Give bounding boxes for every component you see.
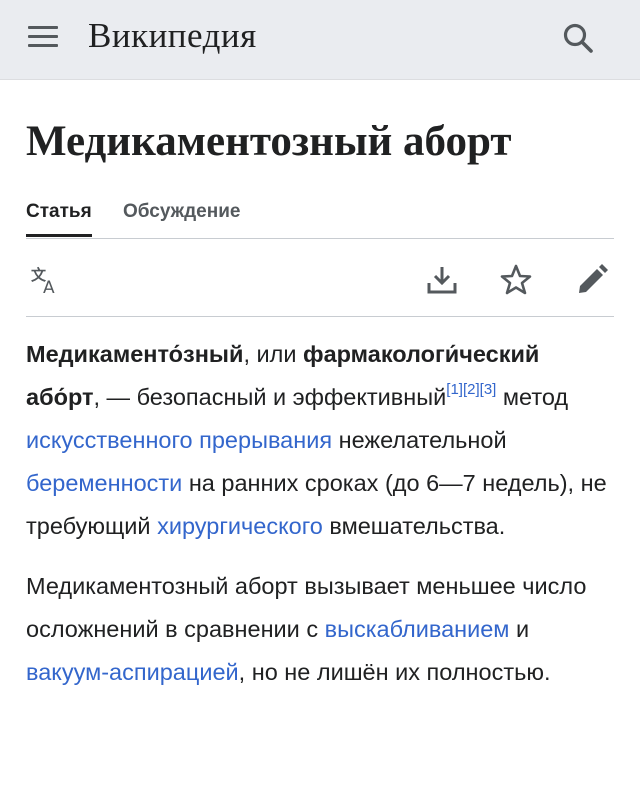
article-link[interactable]: выскабливанием [325, 616, 510, 642]
page-tabs: Статья Обсуждение [26, 196, 616, 240]
article-link[interactable]: вакуум-аспирацией [26, 659, 239, 685]
download-icon[interactable] [422, 260, 462, 300]
page-title: Медикаментозный аборт [26, 118, 512, 165]
reference-link[interactable]: [3] [480, 381, 497, 398]
wikipedia-wordmark[interactable]: Википедия [88, 14, 257, 58]
svg-text:A: A [43, 278, 55, 297]
reference-link[interactable]: [1] [446, 381, 463, 398]
header-bar: Википедия [0, 0, 640, 80]
tabs-divider [26, 238, 614, 239]
star-icon[interactable] [496, 260, 536, 300]
article-link[interactable]: искусственного прерывания [26, 427, 332, 453]
article-link[interactable]: беременности [26, 470, 182, 496]
hamburger-menu-icon[interactable] [26, 22, 60, 56]
search-icon[interactable] [560, 20, 598, 58]
tab-discussion[interactable]: Обсуждение [123, 196, 240, 240]
paragraph-second: Медикаментозный аборт вызывает меньшее ч… [26, 573, 587, 685]
article-link[interactable]: хирургического [157, 513, 323, 539]
reference-link[interactable]: [2] [463, 381, 480, 398]
term-bold: Медикаменто́зный [26, 341, 244, 367]
page-actions-toolbar: 文 A [26, 252, 614, 310]
article-body: Медикаменто́зный, или фармакологи́ческий… [26, 333, 616, 711]
paragraph-intro: Медикаменто́зный, или фармакологи́ческий… [26, 341, 607, 539]
tab-article[interactable]: Статья [26, 196, 92, 240]
pencil-icon[interactable] [572, 260, 612, 300]
toolbar-divider [26, 316, 614, 317]
language-icon[interactable]: 文 A [26, 260, 66, 300]
